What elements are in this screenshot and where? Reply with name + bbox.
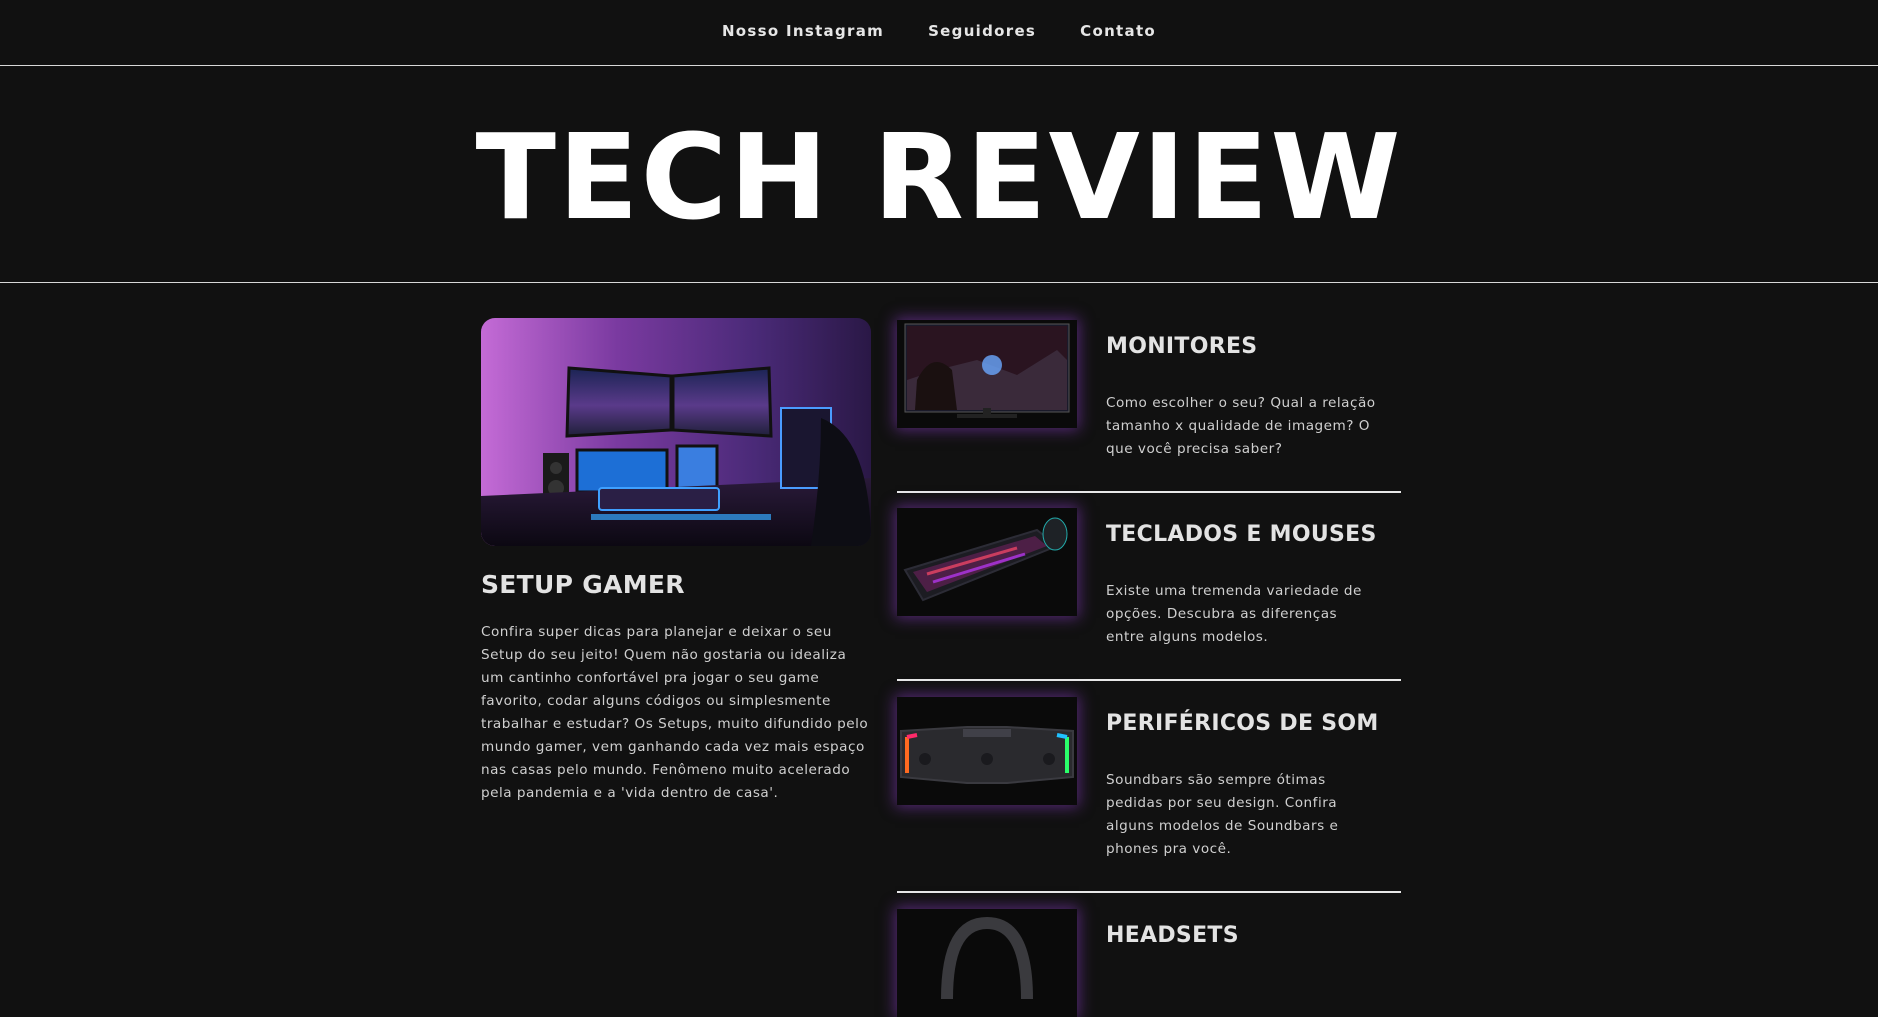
article-title[interactable]: PERIFÉRICOS DE SOM [1106, 711, 1379, 736]
article-title[interactable]: TECLADOS E MOUSES [1106, 522, 1377, 547]
nav-link-seguidores[interactable]: Seguidores [928, 22, 1036, 40]
monitor-thumbnail[interactable] [897, 320, 1077, 428]
divider [897, 679, 1401, 681]
headset-thumbnail[interactable] [897, 909, 1077, 1017]
divider [897, 491, 1401, 493]
setup-gamer-image[interactable] [481, 318, 871, 546]
keyboard-thumbnail[interactable] [897, 508, 1077, 616]
divider [897, 891, 1401, 893]
article-text: Existe uma tremenda variedade de opções.… [1106, 583, 1362, 645]
nav-link-instagram[interactable]: Nosso Instagram [722, 22, 884, 40]
soundbar-thumbnail[interactable] [897, 697, 1077, 805]
hero-banner: TECH REVIEW [0, 66, 1878, 283]
top-nav: Nosso Instagram Seguidores Contato [0, 0, 1878, 66]
site-title: TECH REVIEW [475, 108, 1403, 246]
article-title[interactable]: MONITORES [1106, 334, 1257, 359]
nav-link-contato[interactable]: Contato [1080, 22, 1156, 40]
feature-text: Confira super dicas para planejar e deix… [481, 624, 869, 801]
article-text: Soundbars são sempre ótimas pedidas por … [1106, 772, 1339, 857]
article-text: Como escolher o seu? Qual a relação tama… [1106, 395, 1376, 457]
article-title[interactable]: HEADSETS [1106, 923, 1239, 948]
feature-title[interactable]: SETUP GAMER [481, 570, 871, 599]
featured-article: SETUP GAMER Confira super dicas para pla… [481, 318, 871, 805]
